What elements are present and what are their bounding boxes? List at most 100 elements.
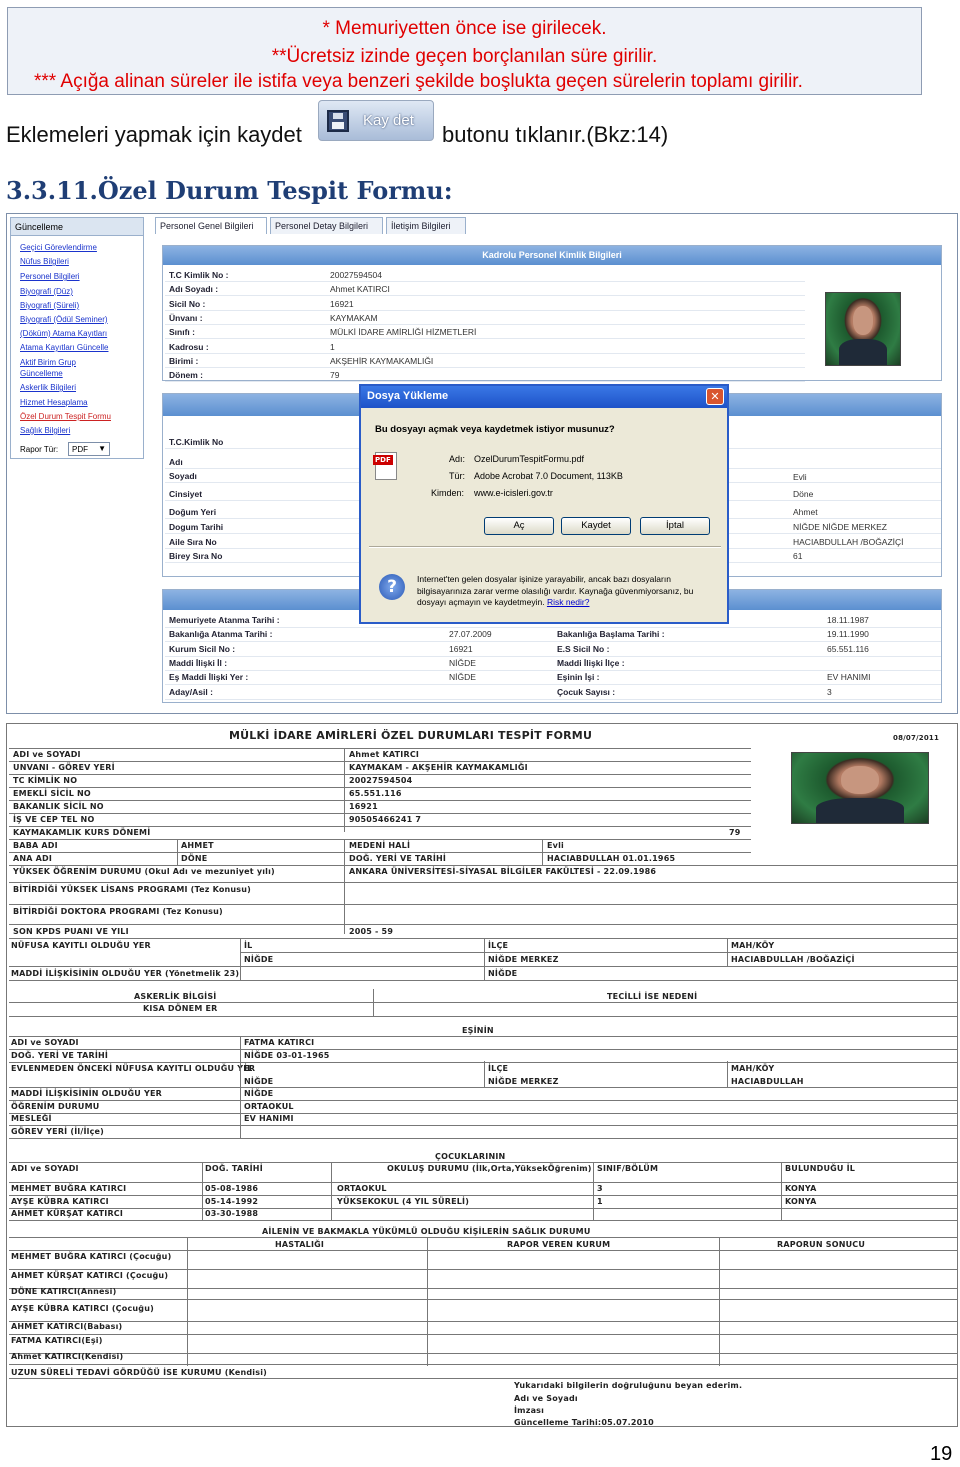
pdf-file-icon	[373, 452, 397, 480]
kaydet-button[interactable]: Kay det	[318, 100, 434, 141]
form-rule	[373, 989, 374, 1016]
form-rule	[240, 1036, 241, 1138]
tab-genel[interactable]: Personel Genel Bilgileri	[155, 217, 267, 234]
sidebar-link[interactable]: Sağlık Bilgileri	[20, 426, 70, 435]
kimlik-label: Ünvanı :	[169, 312, 203, 323]
form-rule	[344, 839, 345, 934]
sidebar-link[interactable]: Hizmet Hesaplama	[20, 398, 88, 407]
form-rule	[9, 1016, 957, 1017]
form-text: RAPORUN SONUCU	[777, 1240, 866, 1249]
sidebar-link[interactable]: Aktif Birim Grup	[20, 358, 76, 367]
rapor-value: PDF	[72, 445, 88, 454]
form-rule	[9, 1321, 957, 1322]
form-label: EMEKLİ SİCİL NO	[13, 789, 91, 798]
detay-label: Eş Maddi İlişki Yer :	[169, 672, 249, 683]
sidebar-link[interactable]: Biyografi (Ödül Seminer)	[20, 315, 108, 324]
from-label: Kimden:	[431, 488, 465, 498]
form-text: NİĞDE	[244, 1077, 274, 1086]
sidebar-link[interactable]: Personel Bilgileri	[20, 272, 80, 281]
form-label: KAYMAKAMLIK KURS DÖNEMİ	[13, 828, 151, 837]
form-label: BAKANLIK SİCİL NO	[13, 802, 104, 811]
form-rule	[9, 1137, 957, 1139]
form-rule	[9, 1182, 957, 1183]
cocuk-cell: MEHMET BUĞRA KATIRCI	[11, 1184, 127, 1193]
kimlik-title: Kadrolu Personel Kimlik Bilgileri	[163, 246, 941, 265]
kimlik-value: AKŞEHİR KAYMAKAMLIĞI	[330, 355, 434, 366]
kimlik-label: Dönem :	[169, 370, 203, 381]
nufus-value: Evli	[793, 472, 807, 482]
risk-link[interactable]: Risk nedir?	[547, 597, 590, 607]
doc-text-before: Eklemeleri yapmak için kaydet	[6, 122, 302, 147]
sidebar-link[interactable]: Geçici Görevlendirme	[20, 243, 97, 252]
type-label: Tür:	[449, 471, 466, 481]
form-rule	[781, 1162, 782, 1220]
kimlik-label: Kadrosu :	[169, 341, 209, 352]
sidebar-link[interactable]: Güncelleme	[20, 369, 63, 378]
section-heading: 3.3.11.Özel Durum Tespit Formu:	[6, 176, 453, 205]
form-rule	[9, 787, 751, 788]
cocuk-cell: ORTAOKUL	[337, 1184, 387, 1193]
form-rule	[9, 761, 751, 762]
detay-label: Bakanlığa Atanma Tarihi :	[169, 629, 273, 640]
sidebar-link[interactable]: Biyografi (Süreli)	[20, 301, 79, 310]
cocuk-cell: KONYA	[785, 1196, 817, 1206]
form-text: DOĞ. YERİ VE TARİHİ	[349, 854, 447, 863]
form-text: NİĞDE	[244, 955, 274, 964]
form-value: KAYMAKAM - AKŞEHİR KAYMAKAMLIĞI	[349, 763, 528, 772]
detay-label: Kurum Sicil No :	[169, 643, 236, 654]
form-rule	[9, 966, 957, 967]
form-value: 65.551.116	[349, 789, 402, 798]
kimlik-value: Ahmet KATIRCI	[330, 284, 390, 295]
cocuk-head: ADI ve SOYADI	[11, 1164, 79, 1173]
cancel-button[interactable]: İptal	[640, 517, 710, 535]
form-text: 2005 - 59	[349, 927, 394, 936]
detay-label: Aday/Asil :	[169, 686, 213, 697]
form-rule	[9, 1250, 957, 1251]
open-button[interactable]: Aç	[484, 517, 554, 535]
detay-row	[165, 628, 941, 643]
form-text: NİĞDE MERKEZ	[488, 955, 559, 964]
sidebar-link[interactable]: (Döküm) Atama Kayıtları	[20, 329, 107, 338]
sidebar-link[interactable]: Askerlik Bilgileri	[20, 383, 76, 392]
form-rule	[240, 938, 241, 980]
form-rule	[9, 1207, 957, 1209]
form-rule	[9, 1087, 957, 1088]
kimlik-value: 1	[330, 341, 335, 352]
form-text: MADDİ İLİŞKİSİNİN OLDUĞU YER (Yönetmelik…	[11, 969, 240, 978]
kimlik-label: Birimi :	[169, 355, 199, 366]
kimlik-value: MÜLKİ İDARE AMİRLİĞİ HİZMETLERİ	[330, 327, 477, 338]
close-icon[interactable]: ✕	[706, 388, 724, 405]
form-rule	[9, 1036, 957, 1037]
kimlik-row	[165, 268, 805, 282]
kimlik-value: 16921	[330, 298, 354, 309]
form-text: HASTALIĞI	[275, 1240, 325, 1249]
tespit-formu: MÜLKİ İDARE AMİRLERİ ÖZEL DURUMLARI TESP…	[6, 723, 958, 1427]
rapor-select[interactable]: PDF ▼	[68, 442, 110, 456]
form-text: ÇOCUKLARININ	[435, 1152, 506, 1161]
form-text: EŞİNİN	[462, 1026, 494, 1035]
sidebar-link[interactable]: Atama Kayıtları Güncelle	[20, 343, 108, 352]
nufus-value: Döne	[793, 489, 814, 499]
kimlik-row	[165, 311, 805, 325]
kimlik-value: KAYMAKAM	[330, 312, 378, 323]
save-button[interactable]: Kaydet	[561, 517, 631, 535]
form-rule	[484, 1061, 485, 1087]
sidebar-link[interactable]: Biyografi (Düz)	[20, 287, 73, 296]
detay-label-2: Eşinin İşi :	[557, 672, 600, 683]
sidebar-tab-guncelleme[interactable]: Güncelleme	[11, 218, 143, 236]
detay-label: Memuriyete Atanma Tarihi :	[169, 615, 280, 625]
form-text: İL	[244, 941, 253, 950]
form-text: ÖĞRENİM DURUMU	[11, 1101, 100, 1111]
detay-value: 27.07.2009	[449, 629, 492, 640]
form-value: 79	[729, 828, 741, 837]
form-text: DÖNE	[181, 854, 208, 863]
detay-value: NİĞDE	[449, 672, 476, 683]
tab-detay[interactable]: Personel Detay Bilgileri	[270, 217, 383, 234]
form-title: MÜLKİ İDARE AMİRLERİ ÖZEL DURUMLARI TESP…	[229, 729, 593, 742]
sidebar-link[interactable]: Özel Durum Tespit Formu	[20, 412, 111, 421]
tab-iletisim[interactable]: İletişim Bilgileri	[386, 217, 466, 234]
form-text: RAPOR VEREN KURUM	[507, 1240, 611, 1249]
sidebar-link[interactable]: Nüfus Bilgileri	[20, 257, 69, 266]
form-label: İŞ VE CEP TEL NO	[13, 815, 95, 824]
nufus-label: Cinsiyet	[169, 489, 203, 499]
